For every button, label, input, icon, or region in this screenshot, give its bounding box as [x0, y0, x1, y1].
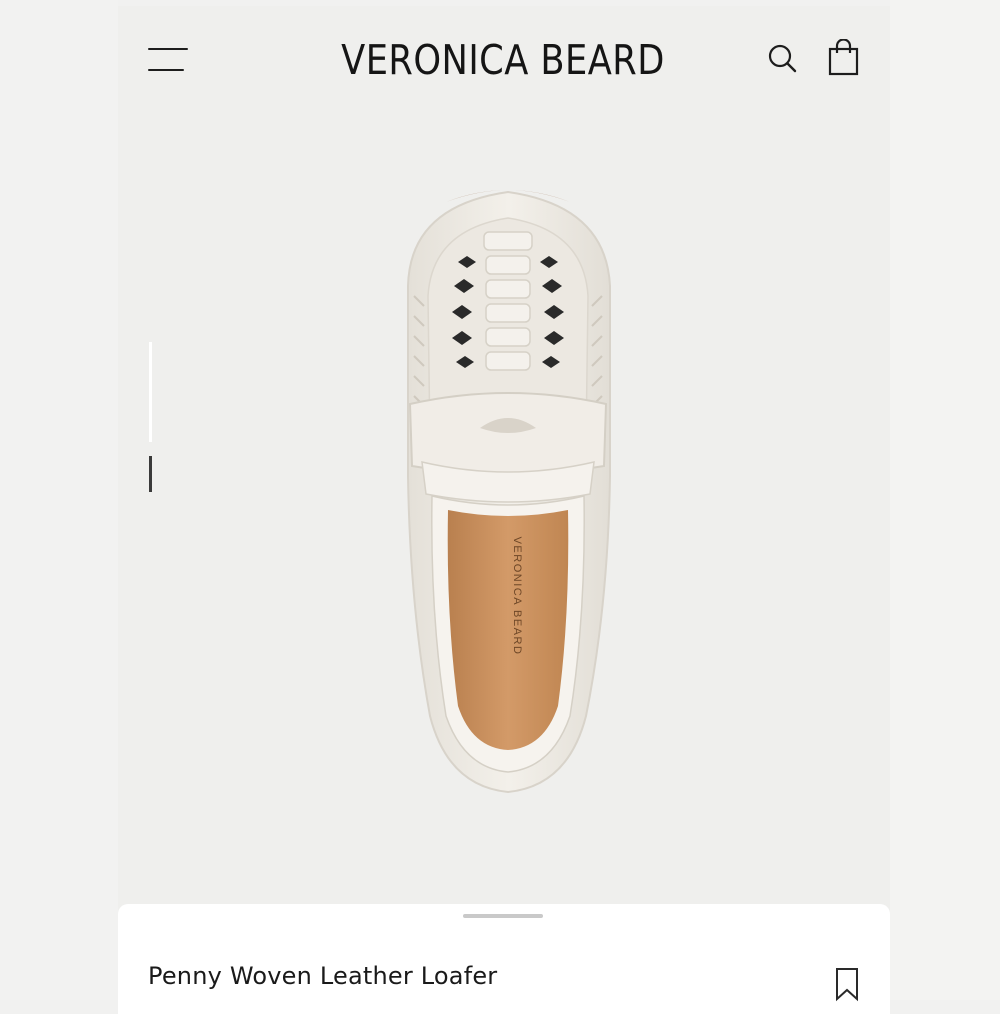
page-background-right [890, 0, 1000, 1000]
bookmark-icon [836, 968, 858, 1002]
shopping-bag-button[interactable] [826, 38, 862, 77]
page-background-left [0, 0, 118, 1000]
product-info-sheet[interactable]: Penny Woven Leather Loafer [118, 904, 890, 1014]
insole-brand-print: VERONICA BEARD [511, 537, 523, 656]
brand-logo[interactable]: VERONICA BEARD [335, 36, 670, 84]
shopping-bag-icon [828, 38, 859, 76]
product-title: Penny Woven Leather Loafer [148, 962, 498, 990]
menu-icon-line-top [148, 48, 188, 50]
product-page: VERONICA BEARD VERONICA BEARD Penny Wove… [118, 6, 890, 1014]
product-image-gallery[interactable]: VERONICA BEARD [118, 116, 890, 906]
image-pager-indicator[interactable] [148, 342, 154, 502]
pager-track [149, 342, 152, 442]
menu-icon-line-bottom [148, 69, 184, 71]
site-header: VERONICA BEARD [118, 6, 890, 116]
search-icon [768, 44, 797, 73]
save-to-wishlist-button[interactable] [834, 966, 860, 1002]
search-button[interactable] [766, 42, 800, 76]
product-image-loafer: VERONICA BEARD [407, 190, 611, 794]
pager-current-position [149, 456, 152, 492]
sheet-drag-handle[interactable] [463, 914, 543, 918]
menu-button[interactable] [148, 46, 190, 76]
